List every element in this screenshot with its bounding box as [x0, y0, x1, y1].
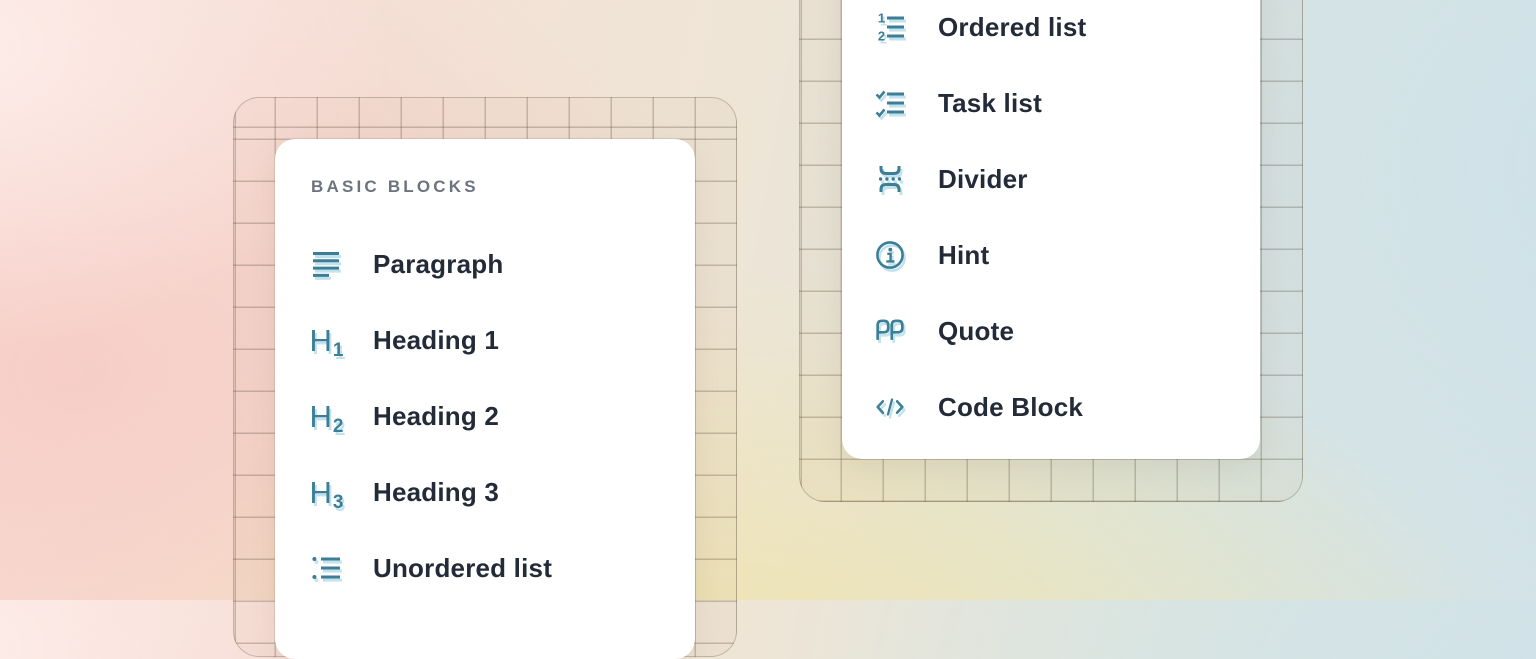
- menu-item-label: Ordered list: [938, 14, 1086, 40]
- unordered-list-icon: [311, 553, 341, 583]
- menu-item-ordered-list[interactable]: 1 2 Ordered list: [875, 0, 1227, 65]
- menu-item-paragraph[interactable]: Paragraph: [311, 226, 659, 302]
- divider-icon: [875, 164, 905, 194]
- block-menu-basic: BASIC BLOCKS Paragraph H1 Heading 1 H2 H…: [275, 139, 695, 659]
- menu-item-label: Task list: [938, 90, 1042, 116]
- menu-item-heading-3[interactable]: H3 Heading 3: [311, 454, 659, 530]
- heading-2-icon: H2: [311, 401, 341, 432]
- menu-item-divider[interactable]: Divider: [875, 141, 1227, 217]
- menu-item-label: Heading 1: [373, 327, 499, 353]
- menu-item-heading-1[interactable]: H1 Heading 1: [311, 302, 659, 378]
- task-list-icon: [875, 88, 905, 118]
- menu-item-label: Heading 3: [373, 479, 499, 505]
- hint-icon: [875, 240, 905, 270]
- ordered-list-icon: 1 2: [875, 12, 905, 42]
- menu-item-label: Divider: [938, 166, 1028, 192]
- menu-item-heading-2[interactable]: H2 Heading 2: [311, 378, 659, 454]
- menu-list-basic: Paragraph H1 Heading 1 H2 Heading 2 H3 H…: [311, 226, 659, 606]
- menu-list-more: 1 2 Ordered list Task list: [875, 0, 1227, 445]
- paragraph-icon: [311, 249, 341, 279]
- menu-item-code-block[interactable]: Code Block: [875, 369, 1227, 445]
- menu-item-label: Hint: [938, 242, 989, 268]
- block-menu-lists: 1 2 Ordered list Task list: [842, 0, 1260, 459]
- svg-text:2: 2: [878, 29, 885, 42]
- menu-item-label: Paragraph: [373, 251, 503, 277]
- menu-item-task-list[interactable]: Task list: [875, 65, 1227, 141]
- menu-item-label: Unordered list: [373, 555, 552, 581]
- menu-item-quote[interactable]: Quote: [875, 293, 1227, 369]
- section-label: BASIC BLOCKS: [311, 177, 659, 197]
- code-block-icon: [875, 393, 905, 421]
- menu-item-label: Quote: [938, 318, 1014, 344]
- quote-icon: [875, 317, 905, 345]
- menu-item-unordered-list[interactable]: Unordered list: [311, 530, 659, 606]
- menu-item-hint[interactable]: Hint: [875, 217, 1227, 293]
- menu-item-label: Heading 2: [373, 403, 499, 429]
- svg-text:1: 1: [878, 12, 885, 26]
- heading-3-icon: H3: [311, 477, 341, 508]
- heading-1-icon: H1: [311, 325, 341, 356]
- menu-item-label: Code Block: [938, 394, 1083, 420]
